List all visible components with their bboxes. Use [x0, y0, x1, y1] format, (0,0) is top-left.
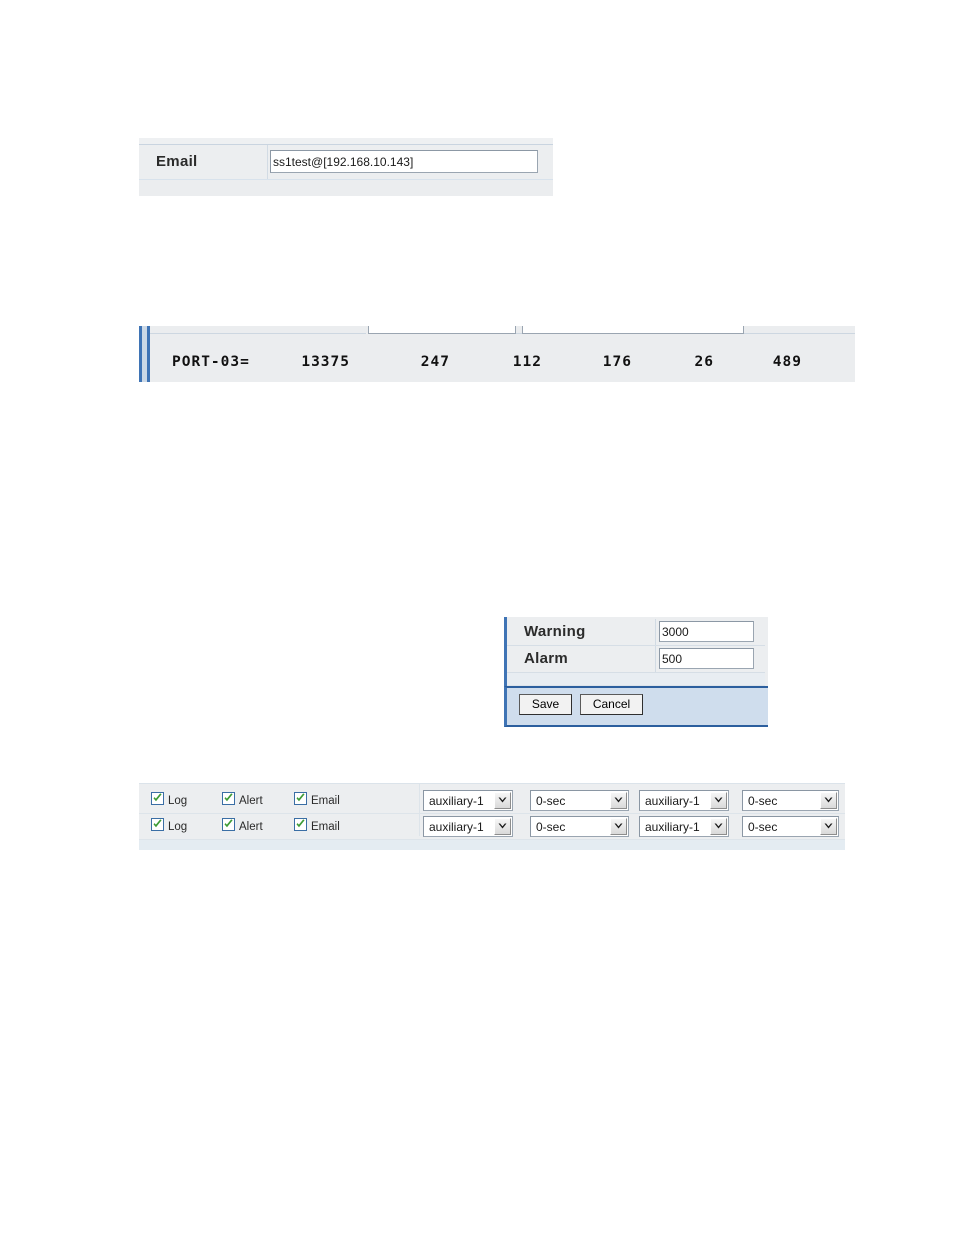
- warning-label-cell: Warning: [507, 619, 656, 645]
- panel-bottom-fill: [139, 180, 553, 196]
- email-settings-panel: Email: [139, 138, 553, 196]
- port-stat-value-3: 176: [602, 354, 632, 370]
- threshold-table-spacer: [507, 673, 765, 686]
- threshold-table: Warning Alarm: [507, 617, 765, 675]
- email-label: Email: [156, 153, 198, 170]
- checkmark-icon[interactable]: [294, 818, 307, 831]
- select-value: auxiliary-1: [429, 820, 484, 834]
- checkmark-icon[interactable]: [151, 818, 164, 831]
- notification-options-panel: Log Alert Email auxiliary-1 0-sec auxili…: [139, 783, 845, 850]
- divider-line-right: [744, 333, 855, 334]
- select-auxiliary-primary[interactable]: auxiliary-1: [423, 790, 513, 811]
- warning-input[interactable]: [659, 621, 754, 642]
- left-accent-bar-outer: [139, 326, 142, 382]
- checkbox-label: Email: [311, 821, 340, 833]
- cancel-button[interactable]: Cancel: [580, 694, 643, 715]
- port-stat-value-0: 13375: [301, 354, 350, 370]
- select-auxiliary-secondary[interactable]: auxiliary-1: [639, 816, 729, 837]
- select-auxiliary-secondary[interactable]: auxiliary-1: [639, 790, 729, 811]
- alarm-label: Alarm: [524, 650, 569, 667]
- port-stat-value-5: 489: [772, 354, 802, 370]
- select-delay-primary[interactable]: 0-sec: [530, 816, 629, 837]
- options-row: Log Alert Email auxiliary-1 0-sec auxili…: [139, 788, 845, 814]
- checkbox-label: Alert: [239, 821, 263, 833]
- select-value: 0-sec: [536, 794, 566, 808]
- email-input[interactable]: [270, 150, 538, 173]
- checkbox-label: Log: [168, 821, 188, 833]
- select-value: 0-sec: [748, 820, 778, 834]
- threshold-actions-footer: Save Cancel: [504, 686, 768, 727]
- options-row: Log Alert Email auxiliary-1 0-sec auxili…: [139, 814, 845, 840]
- divider-line-left: [150, 333, 366, 334]
- options-panel-footer: [139, 840, 845, 850]
- chevron-down-icon[interactable]: [494, 818, 511, 835]
- port-stat-value-1: 247: [420, 354, 450, 370]
- checkbox-label: Log: [168, 795, 188, 807]
- chevron-down-icon[interactable]: [820, 818, 837, 835]
- checkbox-label: Email: [311, 795, 340, 807]
- email-label-cell: Email: [139, 145, 268, 179]
- select-auxiliary-primary[interactable]: auxiliary-1: [423, 816, 513, 837]
- select-value: 0-sec: [748, 794, 778, 808]
- checkmark-icon[interactable]: [222, 792, 235, 805]
- chevron-down-icon[interactable]: [820, 792, 837, 809]
- threshold-row-warning: Warning: [507, 619, 765, 646]
- checkmark-icon[interactable]: [222, 818, 235, 831]
- email-row: Email: [139, 145, 553, 180]
- chevron-down-icon[interactable]: [610, 792, 627, 809]
- warning-label: Warning: [524, 623, 586, 640]
- chevron-down-icon[interactable]: [610, 818, 627, 835]
- port-statistics-panel: PORT-03= 13375 247 112 176 26 489: [139, 326, 855, 382]
- checkmark-icon[interactable]: [294, 792, 307, 805]
- select-delay-secondary[interactable]: 0-sec: [742, 790, 839, 811]
- chevron-down-icon[interactable]: [710, 818, 727, 835]
- select-delay-secondary[interactable]: 0-sec: [742, 816, 839, 837]
- checkmark-icon[interactable]: [151, 792, 164, 805]
- alarm-input[interactable]: [659, 648, 754, 669]
- select-delay-primary[interactable]: 0-sec: [530, 790, 629, 811]
- clipped-input-above-1: [368, 326, 516, 334]
- chevron-down-icon[interactable]: [710, 792, 727, 809]
- alarm-label-cell: Alarm: [507, 646, 656, 672]
- select-value: 0-sec: [536, 820, 566, 834]
- clipped-input-above-2: [522, 326, 744, 334]
- select-value: auxiliary-1: [429, 794, 484, 808]
- port-stat-value-4: 26: [694, 354, 714, 370]
- threshold-settings-panel: Warning Alarm Save Cancel: [504, 617, 768, 727]
- port-stats-row: PORT-03= 13375 247 112 176 26 489: [150, 354, 855, 376]
- port-name: PORT-03=: [172, 354, 250, 370]
- save-button[interactable]: Save: [519, 694, 572, 715]
- select-value: auxiliary-1: [645, 820, 700, 834]
- threshold-row-alarm: Alarm: [507, 646, 765, 673]
- select-value: auxiliary-1: [645, 794, 700, 808]
- checkbox-label: Alert: [239, 795, 263, 807]
- panel-top-strip: [139, 138, 553, 145]
- chevron-down-icon[interactable]: [494, 792, 511, 809]
- port-stat-value-2: 112: [512, 354, 542, 370]
